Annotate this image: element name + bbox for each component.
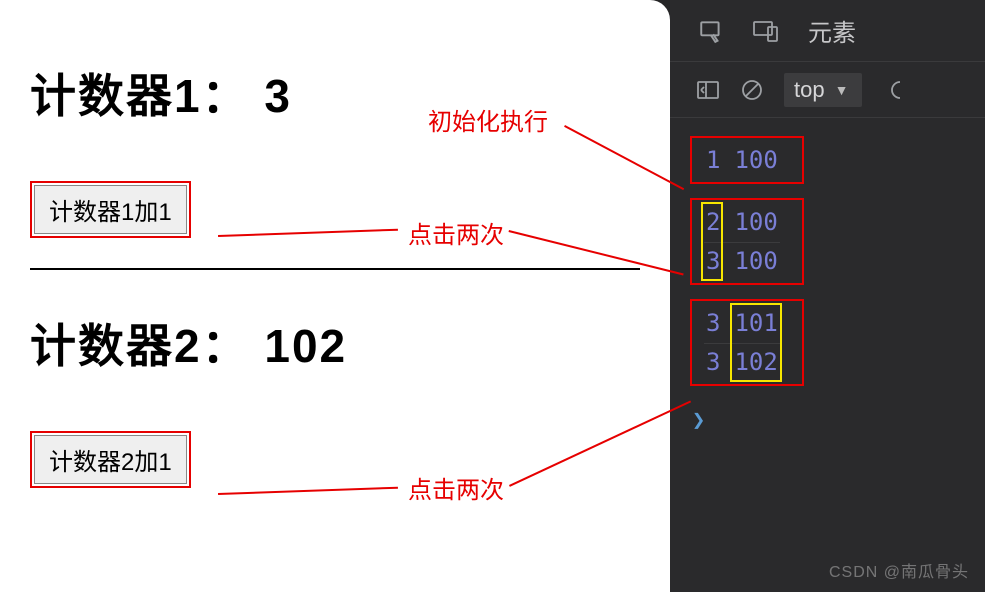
log-group-2: 2 100 3 100 (690, 198, 804, 285)
counter2-label: 计数器2： (30, 320, 250, 372)
log-val-a: 1 (706, 146, 720, 174)
counter1-increment-button[interactable]: 计数器1加1 (34, 185, 187, 234)
log-val-b: 100 (734, 146, 777, 174)
settings-partial-icon[interactable] (886, 78, 904, 102)
console-output: 1 100 2 100 3 100 3 101 3 10 (670, 118, 985, 451)
watermark: CSDN @南瓜骨头 (829, 558, 969, 582)
separator (30, 268, 640, 270)
counter1-button-highlight: 计数器1加1 (30, 181, 191, 238)
highlight-column (730, 303, 782, 382)
devtools-subtoolbar: top ▼ (670, 62, 985, 118)
inspect-icon[interactable] (698, 18, 724, 44)
counter2-increment-button[interactable]: 计数器2加1 (34, 435, 187, 484)
log-group-3: 3 101 3 102 (690, 299, 804, 386)
device-toggle-icon[interactable] (752, 18, 780, 44)
clear-console-icon[interactable] (740, 78, 764, 102)
log-group-1: 1 100 (690, 136, 804, 184)
log-val-b: 100 (734, 247, 777, 275)
log-row: 1 100 (704, 142, 780, 178)
annotation-click2: 点击两次 (408, 470, 504, 505)
context-selector[interactable]: top ▼ (784, 73, 862, 107)
context-label: top (794, 77, 825, 103)
log-val-a: 3 (706, 348, 720, 376)
log-val-a: 3 (706, 309, 720, 337)
sidebar-toggle-icon[interactable] (696, 79, 720, 101)
tab-elements[interactable]: 元素 (808, 13, 856, 48)
counter2-button-highlight: 计数器2加1 (30, 431, 191, 488)
counter1-heading: 计数器1： 3 (30, 60, 640, 126)
console-prompt-icon[interactable]: ❯ (692, 408, 965, 433)
log-val-b: 100 (734, 208, 777, 236)
devtools-toolbar: 元素 (670, 0, 985, 62)
annotation-click1: 点击两次 (408, 215, 504, 250)
app-page: 计数器1： 3 计数器1加1 计数器2： 102 计数器2加1 初始化执行 点击… (0, 0, 670, 592)
counter1-label: 计数器1： (30, 70, 250, 122)
devtools-panel: 元素 top ▼ 1 100 (670, 0, 985, 592)
chevron-down-icon: ▼ (835, 82, 849, 98)
annotation-init: 初始化执行 (428, 102, 548, 137)
counter2-value: 102 (264, 320, 347, 372)
annotation-line (564, 125, 684, 190)
highlight-column (701, 202, 723, 281)
counter2-heading: 计数器2： 102 (30, 310, 640, 376)
counter1-value: 3 (264, 70, 292, 122)
